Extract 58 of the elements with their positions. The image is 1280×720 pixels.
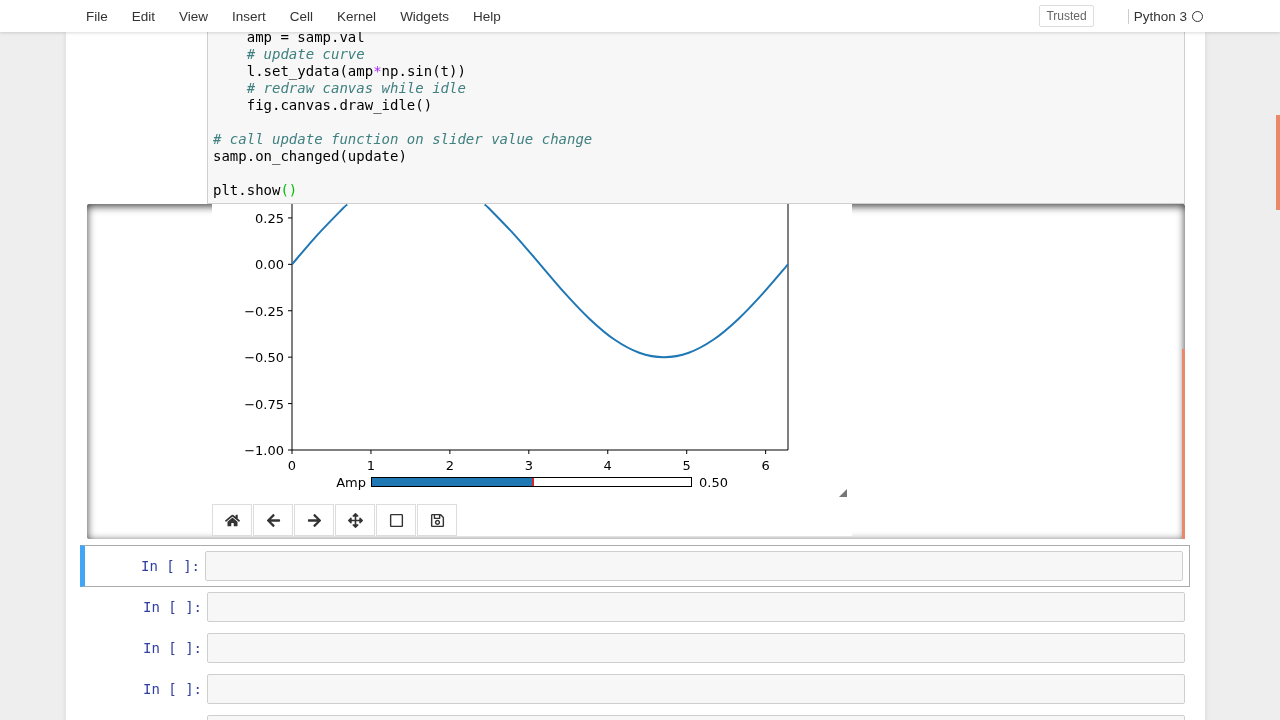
scrollbar-thumb[interactable] <box>1182 349 1185 539</box>
code-line: plt.show() <box>213 182 299 199</box>
code-editor[interactable]: amp = samp.val # update curve l.set_ydata(amp*np.sin(t)) # redraw canvas while idle fig.canvas.draw_idle() # call update function on slider value change samp.on_changed(update) plt.show() <box>207 29 1185 204</box>
resize-handle-icon[interactable] <box>839 489 847 497</box>
forward-button[interactable] <box>294 504 334 536</box>
tick-label: 0.00 <box>255 257 284 273</box>
tick-label: −0.75 <box>244 396 284 412</box>
menu-item[interactable]: Insert <box>222 8 276 24</box>
code-input[interactable] <box>207 592 1185 622</box>
amp-slider[interactable] <box>371 477 692 487</box>
menu-item[interactable]: Kernel <box>327 8 387 24</box>
tick-label: 2 <box>445 458 454 473</box>
code-line: amp = samp.val <box>245 29 366 46</box>
move-icon <box>347 512 363 528</box>
tick-label: 3 <box>524 458 533 473</box>
code-input[interactable] <box>207 674 1185 704</box>
menu-item[interactable]: Edit <box>121 8 166 24</box>
trusted-badge[interactable]: Trusted <box>1039 5 1094 27</box>
cell-prompt: In [ ]: <box>142 640 203 656</box>
tick-label: 5 <box>682 458 691 473</box>
zoom-button[interactable] <box>376 504 416 536</box>
scrollbar-thumb[interactable] <box>1276 115 1280 210</box>
code-line: fig.canvas.draw_idle() <box>245 97 434 114</box>
cell-prompt: In [ ]: <box>142 599 203 615</box>
tick-label: −1.00 <box>244 443 284 458</box>
tick-label: 6 <box>761 458 770 473</box>
save-button[interactable] <box>417 504 457 536</box>
code-input[interactable] <box>207 633 1185 663</box>
cell-prompt: In [ ]: <box>140 558 201 574</box>
home-button[interactable] <box>212 504 252 536</box>
code-input[interactable] <box>205 551 1183 581</box>
code-line: # call update function on slider value change <box>213 131 594 148</box>
code-line: samp.on_changed(update) <box>213 148 408 165</box>
back-button[interactable] <box>253 504 293 536</box>
menu-item[interactable]: Cell <box>279 8 324 24</box>
forward-icon <box>306 512 322 528</box>
tick-label: −0.50 <box>244 350 284 366</box>
slider-value: 0.50 <box>698 474 729 490</box>
tick-label: 1 <box>366 458 376 473</box>
tick-label: 4 <box>603 458 612 473</box>
code-line: # update curve <box>245 46 366 63</box>
save-icon <box>429 512 445 528</box>
code-line: l.set_ydata(amp*np.sin(t)) <box>245 63 467 80</box>
back-icon <box>265 512 281 528</box>
tick-label: 0 <box>287 458 297 473</box>
slider-label: Amp <box>335 474 367 490</box>
menu-item[interactable]: Help <box>462 8 511 24</box>
pan-button[interactable] <box>335 504 375 536</box>
menu-item[interactable]: File <box>76 8 118 24</box>
home-icon <box>224 512 240 528</box>
code-line: # redraw canvas while idle <box>245 80 467 97</box>
menu-item[interactable]: Widgets <box>390 8 459 24</box>
cell-prompt: In [ ]: <box>142 681 203 697</box>
tick-label: 0.25 <box>255 210 284 226</box>
selected-cell[interactable]: In [ ]: <box>80 545 1190 587</box>
tick-label: −0.25 <box>244 303 284 319</box>
kernel-name: Python 3 <box>1127 8 1187 24</box>
menu-item[interactable]: View <box>169 8 219 24</box>
